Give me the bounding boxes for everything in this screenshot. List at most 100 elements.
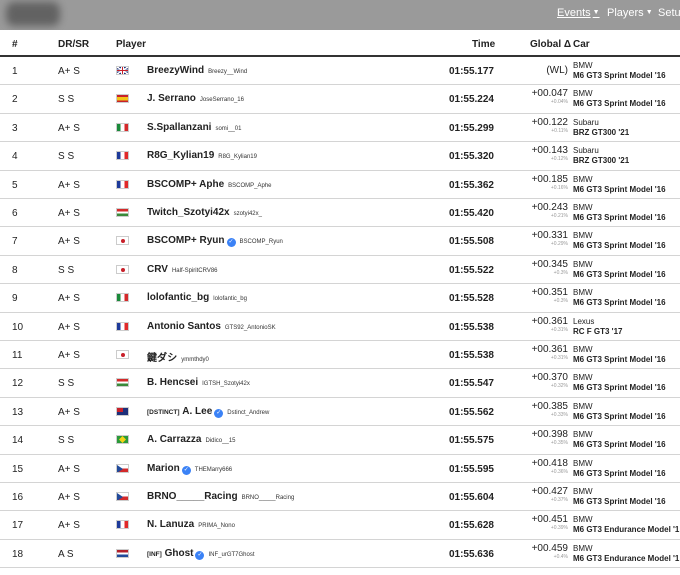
row-player[interactable]: BSCOMP+ Ryun ✓ BSCOMP_Ryun: [147, 235, 283, 248]
player-name[interactable]: BRNO_____Racing: [147, 491, 238, 502]
row-player[interactable]: BRNO_____Racing BRNO_____Racing: [147, 491, 294, 502]
table-row[interactable]: 14 S S A. Carrazza Didico__15 01:55.575 +…: [0, 426, 680, 455]
car-model: M6 GT3 Sprint Model '16: [573, 383, 666, 393]
player-name[interactable]: BSCOMP+ Aphe: [147, 179, 224, 190]
table-row[interactable]: 16 A+ S BRNO_____Racing BRNO_____Racing 0…: [0, 483, 680, 512]
row-rating: A+ S: [58, 179, 80, 191]
gap-time: +00.243: [531, 202, 568, 213]
table-row[interactable]: 4 S S R8G_Kylian19 R8G_Kylian19 01:55.320…: [0, 142, 680, 171]
row-car[interactable]: BMW M6 GT3 Sprint Model '16: [573, 288, 666, 308]
row-car[interactable]: Subaru BRZ GT300 '21: [573, 146, 629, 166]
row-player[interactable]: Antonio Santos GTS92_AntonioSK: [147, 321, 276, 332]
row-player[interactable]: B. Hencsei IGTSH_Szotyi42x: [147, 377, 250, 388]
row-player[interactable]: [DSTINCT] A. Lee ✓ Dstinct_Andrew: [147, 406, 269, 418]
col-header-player[interactable]: Player: [116, 39, 146, 50]
player-name[interactable]: CRV: [147, 264, 168, 275]
nav-players-menu[interactable]: Players ▼: [607, 7, 653, 19]
car-make: BMW: [573, 487, 593, 496]
player-name[interactable]: BSCOMP+ Ryun: [147, 235, 225, 246]
table-row[interactable]: 10 A+ S Antonio Santos GTS92_AntonioSK 01…: [0, 313, 680, 341]
row-player[interactable]: Twitch_Szotyi42x szotyi42x_: [147, 207, 262, 218]
player-name[interactable]: B. Hencsei: [147, 377, 198, 388]
row-player[interactable]: CRV Half-SpiritCRV86: [147, 264, 218, 275]
row-car[interactable]: BMW M6 GT3 Sprint Model '16: [573, 345, 666, 365]
row-player[interactable]: lolofantic_bg lolofantic_bg: [147, 292, 247, 303]
player-name[interactable]: N. Lanuza: [147, 519, 194, 530]
row-player[interactable]: [INF] Ghost ✓ INF_urGT7Ghost: [147, 548, 255, 560]
row-car[interactable]: BMW M6 GT3 Sprint Model '16: [573, 61, 666, 81]
row-car[interactable]: BMW M6 GT3 Sprint Model '16: [573, 260, 666, 280]
row-lap-time: 01:55.299: [448, 122, 494, 134]
car-model: M6 GT3 Sprint Model '16: [573, 355, 666, 364]
row-car[interactable]: BMW M6 GT3 Sprint Model '16: [573, 373, 666, 393]
row-player[interactable]: J. Serrano JoseSerrano_16: [147, 93, 244, 104]
table-row[interactable]: 2 S S J. Serrano JoseSerrano_16 01:55.224…: [0, 85, 680, 114]
player-name[interactable]: 鍵ダシ: [147, 353, 177, 364]
table-row[interactable]: 13 A+ S [DSTINCT] A. Lee ✓ Dstinct_Andrew …: [0, 398, 680, 427]
col-header-global-gap[interactable]: Global Δ: [530, 39, 571, 50]
car-make: BMW: [573, 430, 593, 440]
table-row[interactable]: 8 S S CRV Half-SpiritCRV86 01:55.522 +00.…: [0, 256, 680, 285]
col-header-time[interactable]: Time: [472, 39, 495, 50]
gap-time: +00.047: [531, 88, 568, 100]
player-name[interactable]: J. Serrano: [147, 93, 196, 104]
table-row[interactable]: 17 A+ S N. Lanuza PRIMA_Nono 01:55.628 +0…: [0, 511, 680, 540]
row-car[interactable]: Subaru BRZ GT300 '21: [573, 118, 629, 138]
row-player[interactable]: Marion ✓ THEMarry666: [147, 463, 232, 475]
row-player[interactable]: R8G_Kylian19 R8G_Kylian19: [147, 150, 257, 161]
row-car[interactable]: BMW M6 GT3 Sprint Model '16: [573, 175, 666, 195]
col-header-rating[interactable]: DR/SR: [58, 39, 89, 50]
table-row[interactable]: 11 A+ S 鍵ダシ ymmthdy0 01:55.538 +00.361 +0…: [0, 341, 680, 370]
row-position: 7: [12, 236, 18, 248]
row-player[interactable]: A. Carrazza Didico__15: [147, 434, 236, 445]
table-row[interactable]: 18 A S [INF] Ghost ✓ INF_urGT7Ghost 01:55.…: [0, 540, 680, 569]
row-car[interactable]: Lexus RC F GT3 '17: [573, 317, 622, 337]
table-row[interactable]: 7 A+ S BSCOMP+ Ryun ✓ BSCOMP_Ryun 01:55.50…: [0, 227, 680, 256]
row-car[interactable]: BMW M6 GT3 Sprint Model '16: [573, 231, 666, 251]
row-car[interactable]: BMW M6 GT3 Endurance Model '1: [573, 544, 679, 564]
player-name[interactable]: BreezyWind: [147, 65, 204, 76]
row-car[interactable]: BMW M6 GT3 Sprint Model '16: [573, 487, 666, 507]
row-position: 12: [12, 378, 24, 390]
gap-percent: +0.35%: [550, 440, 568, 447]
row-position: 6: [12, 208, 18, 219]
row-player[interactable]: N. Lanuza PRIMA_Nono: [147, 519, 235, 530]
gap-time: +00.361: [531, 344, 568, 355]
nav-events-menu[interactable]: Events ▼: [557, 7, 600, 19]
row-player[interactable]: BSCOMP+ Aphe BSCOMP_Aphe: [147, 179, 272, 190]
player-name[interactable]: lolofantic_bg: [147, 292, 209, 303]
row-player[interactable]: S.Spallanzani somi__01: [147, 122, 241, 133]
row-rating: A+ S: [58, 236, 80, 248]
col-header-car[interactable]: Car: [573, 39, 590, 50]
car-make: BMW: [573, 373, 593, 383]
row-car[interactable]: BMW M6 GT3 Sprint Model '16: [573, 459, 666, 479]
table-row[interactable]: 15 A+ S Marion ✓ THEMarry666 01:55.595 +00…: [0, 455, 680, 483]
table-row[interactable]: 1 A+ S BreezyWind Breezy__Wind 01:55.177 …: [0, 57, 680, 86]
table-row[interactable]: 9 A+ S lolofantic_bg lolofantic_bg 01:55.…: [0, 284, 680, 313]
row-car[interactable]: BMW M6 GT3 Sprint Model '16: [573, 430, 666, 450]
player-name[interactable]: R8G_Kylian19: [147, 150, 214, 161]
gap-percent: +0.29%: [550, 241, 568, 248]
table-row[interactable]: 6 A+ S Twitch_Szotyi42x szotyi42x_ 01:55.…: [0, 199, 680, 228]
player-name[interactable]: Twitch_Szotyi42x: [147, 207, 230, 218]
nav-setup-menu[interactable]: Setu: [658, 7, 680, 19]
gap-time: +00.398: [531, 429, 568, 441]
row-car[interactable]: BMW M6 GT3 Sprint Model '16: [573, 89, 666, 109]
row-player[interactable]: BreezyWind Breezy__Wind: [147, 65, 247, 76]
player-name[interactable]: Ghost: [165, 548, 194, 559]
site-logo[interactable]: [6, 2, 60, 26]
table-row[interactable]: 3 A+ S S.Spallanzani somi__01 01:55.299 +…: [0, 114, 680, 143]
table-row[interactable]: 5 A+ S BSCOMP+ Aphe BSCOMP_Aphe 01:55.362…: [0, 171, 680, 199]
player-name[interactable]: S.Spallanzani: [147, 122, 211, 133]
player-name[interactable]: A. Lee: [182, 406, 212, 417]
player-name[interactable]: Antonio Santos: [147, 321, 221, 332]
player-id: Half-SpiritCRV86: [171, 267, 218, 274]
col-header-position[interactable]: #: [12, 39, 18, 50]
table-row[interactable]: 12 S S B. Hencsei IGTSH_Szotyi42x 01:55.5…: [0, 369, 680, 398]
player-name[interactable]: Marion: [147, 463, 180, 474]
player-name[interactable]: A. Carrazza: [147, 434, 201, 445]
row-player[interactable]: 鍵ダシ ymmthdy0: [147, 349, 209, 364]
row-car[interactable]: BMW M6 GT3 Sprint Model '16: [573, 203, 666, 223]
row-car[interactable]: BMW M6 GT3 Sprint Model '16: [573, 402, 666, 422]
row-car[interactable]: BMW M6 GT3 Endurance Model '1: [573, 515, 679, 535]
